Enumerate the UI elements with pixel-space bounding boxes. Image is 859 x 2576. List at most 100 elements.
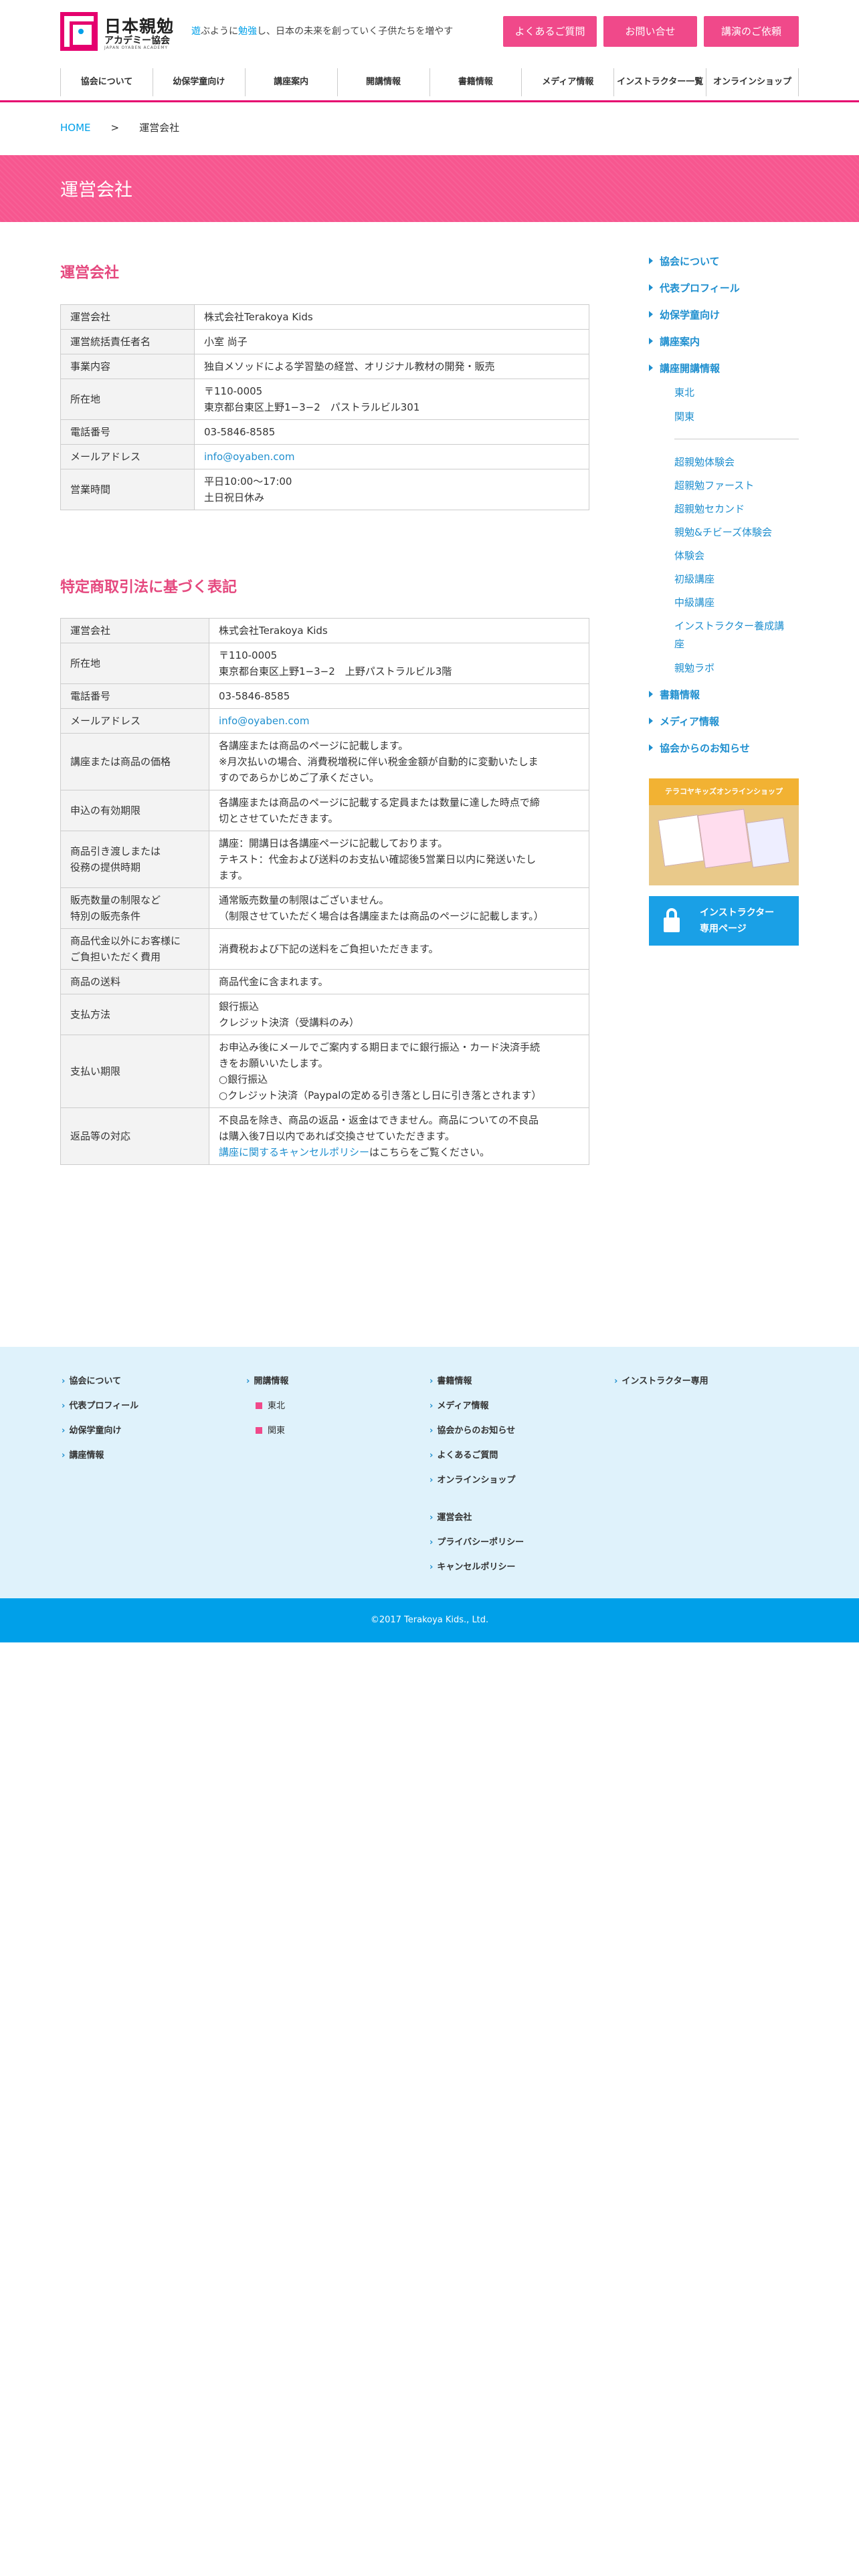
shop-product-image — [658, 815, 704, 867]
sidebar-item-profile[interactable]: 代表プロフィール — [649, 281, 740, 295]
table-key-line: メールアドレス — [70, 715, 141, 727]
email-link[interactable]: info@oyaben.com — [219, 713, 579, 729]
nav-nursery[interactable]: 幼保学童向け — [152, 68, 245, 96]
lecture-request-button[interactable]: 講演のご依頼 — [704, 16, 799, 47]
nav-books[interactable]: 書籍情報 — [429, 68, 522, 96]
footer-link-label: インストラクター専用 — [622, 1376, 708, 1386]
nav-instructors[interactable]: インストラクター一覧 — [613, 68, 706, 96]
sidebar-item-books[interactable]: 書籍情報 — [649, 687, 700, 702]
table-value: 各講座または商品のページに記載します。 ※月次払いの場合、消費税増税に伴い税金金額… — [209, 733, 589, 790]
footer-link[interactable]: › キャンセルポリシー — [430, 1560, 515, 1572]
footer-link[interactable]: › 運営会社 — [430, 1510, 472, 1523]
table-key: 商品引き渡しまたは 役務の提供時期 — [60, 831, 209, 888]
footer-link-label: 協会について — [69, 1376, 121, 1386]
sidebar-course-link[interactable]: インストラクター養成講 — [674, 619, 784, 633]
sidebar-item-label: 協会からのお知らせ — [660, 742, 750, 754]
table-value: 03-5846-8585 — [194, 419, 589, 445]
footer-link[interactable]: › メディア情報 — [430, 1398, 488, 1411]
sidebar-item-news[interactable]: 協会からのお知らせ — [649, 741, 750, 755]
breadcrumb-separator: > — [110, 122, 120, 134]
footer-sublink[interactable]: 東北 — [256, 1398, 285, 1411]
footer-link[interactable]: › 書籍情報 — [430, 1374, 472, 1386]
contact-button[interactable]: お問い合せ — [603, 16, 697, 47]
table-value-line: ※月次払いの場合、消費税増税に伴い税金金額が自動的に変動いたしま — [219, 756, 539, 768]
nav-shop[interactable]: オンラインショップ — [706, 68, 799, 96]
table-key: 申込の有効期限 — [60, 790, 209, 831]
footer-link[interactable]: › 協会について — [62, 1374, 121, 1386]
sidebar-course-link[interactable]: 超親勉体験会 — [674, 455, 735, 469]
shop-product-image — [746, 817, 790, 868]
table-key: 営業時間 — [60, 469, 195, 510]
footer-link[interactable]: › 協会からのお知らせ — [430, 1423, 515, 1436]
company-table: 運営会社 株式会社Terakoya Kids 運営統括責任者名 小室 尚子 事業内容… — [60, 304, 589, 510]
table-value-line: すのであらかじめご了承ください。 — [219, 772, 379, 784]
table-value: 小室 尚子 — [194, 329, 589, 354]
table-value: 商品代金に含まれます。 — [209, 969, 589, 994]
chevron-right-icon: › — [614, 1376, 618, 1386]
global-nav: 協会について 幼保学童向け 講座案内 開講情報 書籍情報 メディア情報 インスト… — [60, 68, 799, 96]
footer-sublink[interactable]: 関東 — [256, 1423, 285, 1436]
table-key-line: 返品等の対応 — [70, 1130, 131, 1142]
copyright-text: ©2017 Terakoya Kids., Ltd. — [370, 1615, 489, 1625]
footer-link[interactable]: › インストラクター専用 — [614, 1374, 708, 1386]
tagline-highlight-1: 遊 — [191, 26, 201, 37]
sidebar-region-tohoku[interactable]: 東北 — [674, 385, 694, 399]
table-value: 株式会社Terakoya Kids — [194, 304, 589, 330]
footer-link-label: メディア情報 — [437, 1401, 489, 1411]
faq-button[interactable]: よくあるご質問 — [503, 16, 597, 47]
tagline-part-4: し、日本の未来を創っていく子供たちを増やす — [257, 26, 454, 37]
table-value-line: テキスト：代金および送料のお支払い確認後5営業日以内に発送いたし — [219, 853, 537, 865]
sidebar-item-schedule[interactable]: 講座開講情報 — [649, 361, 720, 375]
sidebar-item-label: 協会について — [660, 255, 720, 267]
sidebar-course-link[interactable]: 親勉&チビーズ体験会 — [674, 525, 772, 539]
footer-link-label: よくあるご質問 — [437, 1451, 498, 1461]
site-logo[interactable]: 日本親勉 アカデミー協会 JAPAN OYABEN ACADEMY — [60, 12, 174, 51]
sidebar-course-link[interactable]: 中級講座 — [674, 595, 714, 609]
sidebar-course-link[interactable]: 超親勉ファースト — [674, 478, 754, 492]
table-row: 申込の有効期限 各講座または商品のページに記載する定員または数量に達した時点で締切… — [60, 790, 589, 831]
breadcrumb-home[interactable]: HOME — [60, 122, 91, 134]
table-value-line: 講座に関するキャンセルポリシーはこちらをご覧ください。 — [219, 1144, 579, 1160]
sidebar-item-nursery[interactable]: 幼保学童向け — [649, 308, 720, 322]
table-value-line: お申込み後にメールでご案内する期日までに銀行振込・カード決済手続 — [219, 1041, 541, 1053]
site-tagline: 遊ぶように勉強し、日本の未来を創っていく子供たちを増やす — [191, 24, 453, 37]
footer-link[interactable]: › よくあるご質問 — [430, 1448, 498, 1461]
footer-link[interactable]: › 幼保学童向け — [62, 1423, 121, 1436]
sidebar-course-link[interactable]: 初級講座 — [674, 572, 714, 586]
footer-link[interactable]: › オンラインショップ — [430, 1473, 515, 1485]
sidebar-course-link[interactable]: 体験会 — [674, 548, 704, 562]
table-value: 不良品を除き、商品の返品・返金はできません。商品についての不良品 は購入後7日以内… — [209, 1107, 589, 1165]
table-key: 運営統括責任者名 — [60, 329, 195, 354]
sidebar-item-courses[interactable]: 講座案内 — [649, 334, 700, 348]
nav-about[interactable]: 協会について — [60, 68, 153, 96]
nav-courses[interactable]: 講座案内 — [244, 68, 337, 96]
table-key: 事業内容 — [60, 354, 195, 379]
nav-media[interactable]: メディア情報 — [521, 68, 613, 96]
triangle-right-icon — [649, 718, 653, 724]
table-value: 消費税および下記の送料をご負担いただきます。 — [209, 928, 589, 970]
instructor-page-button[interactable]: インストラクター 専用ページ — [649, 896, 799, 946]
table-row: 商品引き渡しまたは 役務の提供時期 講座：開講日は各講座ページに記載しております。テ… — [60, 831, 589, 888]
logo-mark-icon — [60, 12, 98, 51]
cancel-policy-link[interactable]: 講座に関するキャンセルポリシー — [219, 1146, 369, 1158]
footer-sublink-label: 関東 — [268, 1426, 286, 1436]
sidebar-region-kanto[interactable]: 関東 — [674, 409, 694, 423]
sidebar-item-about[interactable]: 協会について — [649, 254, 720, 268]
table-value-line: 切とさせていただきます。 — [219, 813, 339, 825]
footer-link[interactable]: › 開講情報 — [246, 1374, 288, 1386]
email-link[interactable]: info@oyaben.com — [204, 451, 294, 463]
footer-link[interactable]: › 講座情報 — [62, 1448, 104, 1461]
table-key: 返品等の対応 — [60, 1107, 209, 1165]
page-title: 運営会社 — [60, 180, 132, 201]
sidebar-item-media[interactable]: メディア情報 — [649, 714, 719, 728]
address-postal: 〒110-0005 — [204, 385, 263, 397]
sidebar-course-link[interactable]: 親勉ラボ — [674, 661, 714, 675]
online-shop-banner[interactable]: テラコヤキッズオンラインショップ — [649, 778, 799, 885]
lock-icon — [664, 908, 680, 934]
footer-link[interactable]: › 代表プロフィール — [62, 1398, 138, 1411]
footer-link[interactable]: › プライバシーポリシー — [430, 1535, 524, 1547]
nav-schedule[interactable]: 開講情報 — [337, 68, 430, 96]
sidebar-course-link-cont[interactable]: 座 — [674, 637, 684, 651]
sidebar-course-link[interactable]: 超親勉セカンド — [674, 502, 745, 516]
table-key: 支払い期限 — [60, 1035, 209, 1108]
